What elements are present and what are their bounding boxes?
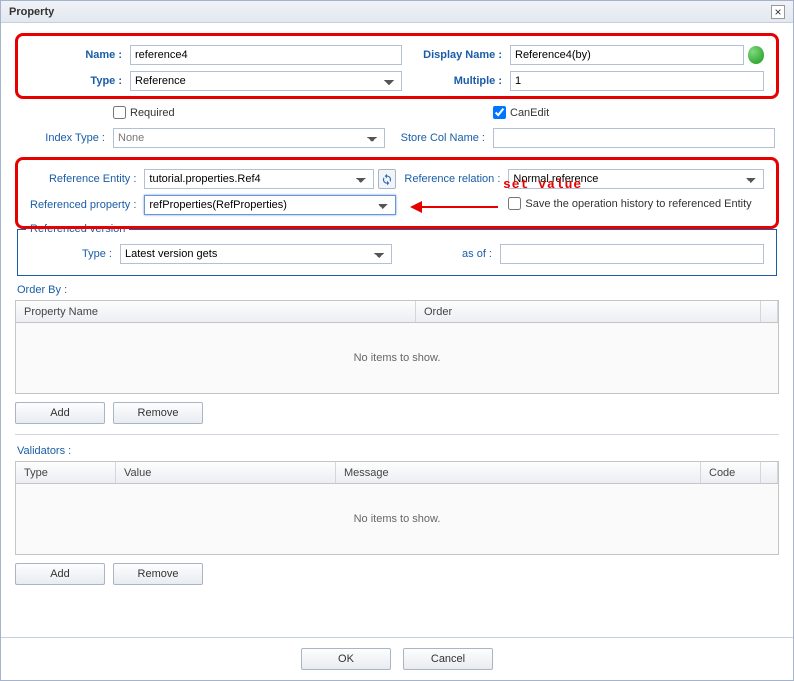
ref-prop-label: Referenced property : — [26, 192, 140, 218]
globe-icon[interactable] — [748, 46, 764, 64]
display-name-label: Display Name : — [406, 42, 506, 68]
orderby-col-property: Property Name — [16, 301, 416, 322]
orderby-header: Order By : — [17, 284, 779, 296]
refresh-icon[interactable] — [378, 169, 396, 189]
ok-button[interactable]: OK — [301, 648, 391, 670]
orderby-add-button[interactable]: Add — [15, 402, 105, 424]
content-area: Name : Display Name : Type : Reference M… — [1, 23, 793, 637]
close-icon[interactable]: × — [771, 5, 785, 19]
canedit-checkbox-input[interactable] — [493, 106, 506, 119]
window-title: Property — [9, 6, 54, 18]
titlebar: Property × — [1, 1, 793, 23]
index-type-select[interactable]: None — [113, 128, 385, 148]
ref-relation-select[interactable]: Normal reference — [508, 169, 764, 189]
store-col-label: Store Col Name : — [389, 125, 489, 151]
validators-col-type: Type — [16, 462, 116, 483]
validators-header: Validators : — [17, 445, 779, 457]
refver-type-select[interactable]: Latest version gets — [120, 244, 392, 264]
orderby-remove-button[interactable]: Remove — [113, 402, 203, 424]
validators-add-button[interactable]: Add — [15, 563, 105, 585]
orderby-empty: No items to show. — [16, 323, 778, 393]
type-select[interactable]: Reference — [130, 71, 402, 91]
validators-remove-button[interactable]: Remove — [113, 563, 203, 585]
required-checkbox-input[interactable] — [113, 106, 126, 119]
required-checkbox[interactable]: Required — [113, 106, 175, 119]
cancel-button[interactable]: Cancel — [403, 648, 493, 670]
multiple-input[interactable] — [510, 71, 764, 91]
footer: OK Cancel — [1, 637, 793, 680]
refver-asof-input[interactable] — [500, 244, 764, 264]
index-type-label: Index Type : — [15, 125, 109, 151]
name-input[interactable] — [130, 45, 402, 65]
referenced-version-fieldset: Referenced version Type : Latest version… — [17, 223, 777, 276]
ref-entity-select[interactable]: tutorial.properties.Ref4 — [144, 169, 374, 189]
validators-col-value: Value — [116, 462, 336, 483]
property-dialog: Property × Name : Display Name : — [0, 0, 794, 681]
ref-entity-label: Reference Entity : — [26, 166, 140, 192]
orderby-col-order: Order — [416, 301, 761, 322]
save-history-checkbox[interactable]: Save the operation history to referenced… — [508, 197, 751, 210]
ref-highlight-box: Reference Entity : tutorial.properties.R… — [15, 157, 779, 229]
store-col-input[interactable] — [493, 128, 775, 148]
multiple-label: Multiple : — [406, 68, 506, 94]
separator — [15, 434, 779, 435]
ref-prop-select[interactable]: refProperties(RefProperties) — [144, 195, 396, 215]
validators-col-message: Message — [336, 462, 701, 483]
orderby-grid: Property Name Order No items to show. — [15, 300, 779, 394]
name-label: Name : — [26, 42, 126, 68]
refver-type-label: Type : — [26, 241, 116, 267]
save-history-checkbox-input[interactable] — [508, 197, 521, 210]
refver-asof-label: as of : — [396, 241, 496, 267]
type-label: Type : — [26, 68, 126, 94]
top-highlight-box: Name : Display Name : Type : Reference M… — [15, 33, 779, 99]
validators-empty: No items to show. — [16, 484, 778, 554]
validators-grid: Type Value Message Code No items to show… — [15, 461, 779, 555]
ref-relation-label: Reference relation : — [400, 166, 504, 192]
canedit-checkbox[interactable]: CanEdit — [493, 106, 549, 119]
display-name-input[interactable] — [510, 45, 744, 65]
validators-col-code: Code — [701, 462, 761, 483]
